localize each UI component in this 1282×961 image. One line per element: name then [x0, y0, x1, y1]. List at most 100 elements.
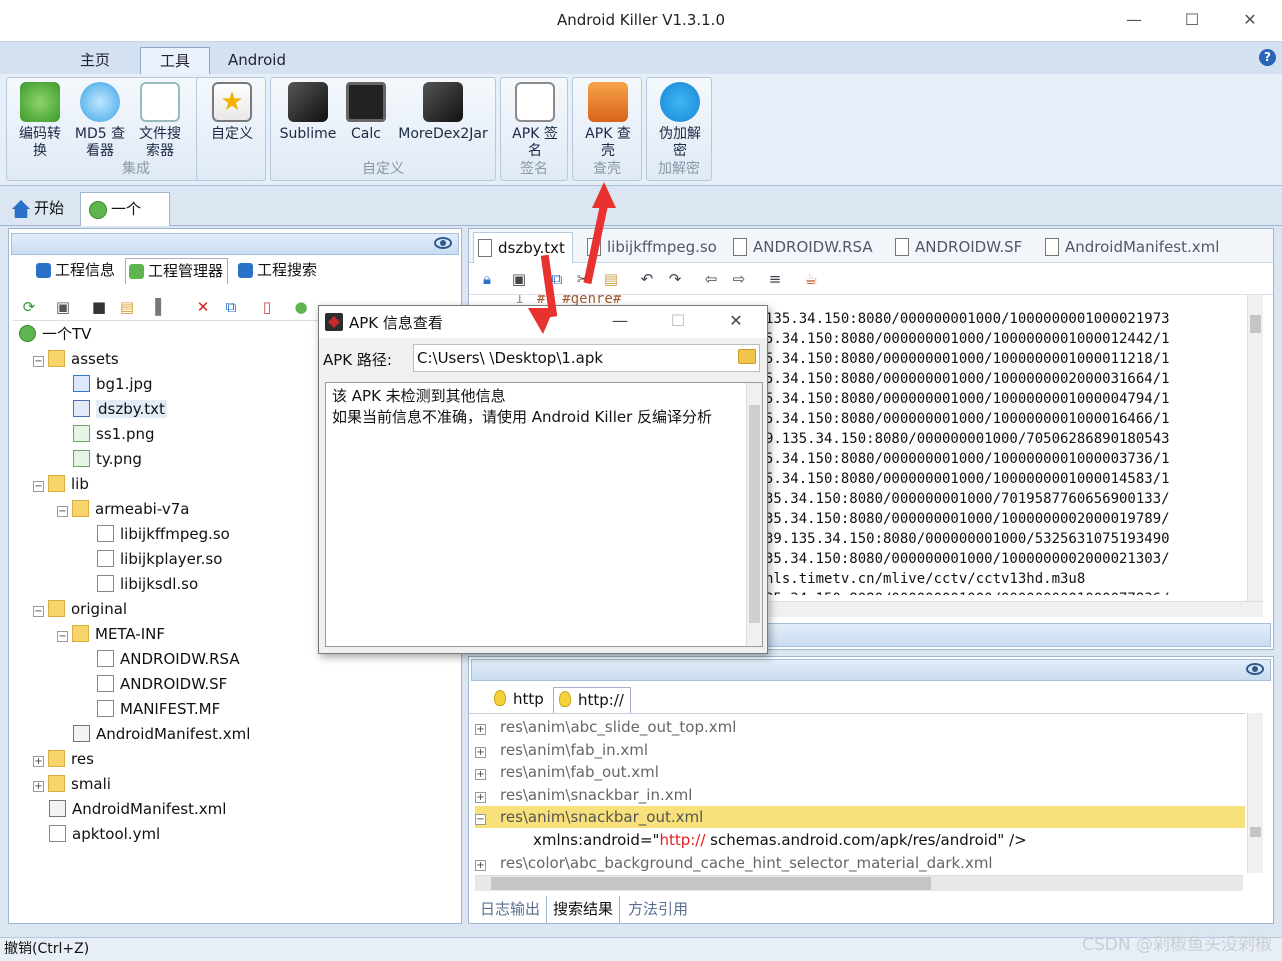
tree-node[interactable]: + res — [33, 748, 94, 770]
tree-node[interactable]: + smali — [33, 773, 111, 795]
undo-icon[interactable]: ↶ — [637, 269, 657, 289]
editor-tab-dszby[interactable]: dszby.txt — [473, 232, 573, 263]
dialog-maximize-button[interactable]: ☐ — [663, 310, 693, 334]
refresh-icon[interactable]: ⟳ — [19, 297, 39, 317]
tree-node[interactable]: − assets — [33, 348, 119, 370]
editor-vscroll[interactable] — [1247, 295, 1263, 601]
maximize-button[interactable]: ☐ — [1177, 8, 1207, 34]
apk-shell-check-button[interactable]: APK 查 壳 — [578, 82, 638, 160]
tree-expander-icon[interactable]: − — [33, 356, 44, 367]
tree-node[interactable]: ANDROIDW.RSA — [97, 648, 240, 670]
editor-tab-rsa[interactable]: ANDROIDW.RSA — [729, 232, 879, 263]
window-icon[interactable]: ■ — [89, 297, 109, 317]
pdf-icon[interactable]: ▯ — [257, 297, 277, 317]
apk-info-text[interactable]: 该 APK 未检测到其他信息 如果当前信息不准确，请使用 Android Kil… — [325, 382, 763, 647]
android-tool-icon[interactable]: ● — [291, 297, 311, 317]
tree-expander-icon[interactable]: − — [57, 631, 68, 642]
back-arrow-icon[interactable]: ⇦ — [701, 269, 721, 289]
editor-tab-libijkffmpeg[interactable]: libijkffmpeg.so — [583, 232, 723, 263]
save-icon[interactable]: ▣ — [509, 269, 529, 289]
tree-node[interactable]: AndroidManifest.xml — [49, 798, 226, 820]
format-icon[interactable]: ≡ — [765, 269, 785, 289]
tree-expander-icon[interactable]: + — [475, 769, 486, 781]
file-search-button[interactable]: 文件搜 索器 — [131, 82, 189, 160]
tree-expander-icon[interactable]: − — [57, 506, 68, 517]
editor-tab-sf[interactable]: ANDROIDW.SF — [891, 232, 1028, 263]
eye-icon[interactable] — [1246, 663, 1264, 675]
search-match-line[interactable]: xmlns:android="http:// schemas.android.c… — [533, 829, 1027, 851]
dialog-close-button[interactable]: ✕ — [721, 310, 751, 334]
tree-node[interactable]: − lib — [33, 473, 89, 495]
image-icon[interactable]: ▣ — [53, 297, 73, 317]
fake-encrypt-button[interactable]: 伪加解 密 — [650, 82, 710, 160]
eye-icon[interactable] — [434, 237, 452, 249]
tab-search-results[interactable]: 搜索结果 — [546, 896, 621, 924]
redo-icon[interactable]: ↷ — [665, 269, 685, 289]
tab-android[interactable]: Android — [214, 47, 300, 74]
results-hscroll[interactable] — [475, 875, 1243, 891]
tab-home[interactable]: 主页 — [66, 47, 124, 74]
open-folder-icon[interactable]: ▤ — [117, 297, 137, 317]
tree-expander-icon[interactable]: − — [475, 814, 486, 826]
sublime-button[interactable]: Sublime — [275, 82, 341, 143]
java-icon[interactable]: ☕︎ — [801, 269, 821, 289]
tab-log-output[interactable]: 日志输出 — [474, 896, 546, 924]
tree-expander-icon[interactable]: + — [33, 756, 44, 767]
tree-expander-icon[interactable]: + — [475, 791, 486, 803]
tree-node[interactable]: 一个TV — [19, 323, 91, 345]
tree-node[interactable]: dszby.txt — [73, 398, 167, 420]
tree-expander-icon[interactable]: − — [33, 606, 44, 617]
search-result-row[interactable]: + res\color\abc_background_cache_hint_sel… — [475, 852, 1245, 874]
encode-convert-button[interactable]: 编码转 换 — [11, 82, 69, 160]
editor-tab-manifest[interactable]: AndroidManifest.xml — [1041, 232, 1225, 263]
paste-icon[interactable]: ▤ — [601, 269, 621, 289]
tree-node[interactable]: libijksdl.so — [97, 573, 198, 595]
search-tab-http[interactable]: http — [489, 687, 550, 713]
delete-icon[interactable]: ✕ — [193, 297, 213, 317]
copy-icon[interactable]: ⧉ — [221, 297, 241, 317]
tree-node[interactable]: − original — [33, 598, 127, 620]
tree-node[interactable]: MANIFEST.MF — [97, 698, 220, 720]
tree-node[interactable]: − META-INF — [57, 623, 165, 645]
search-result-row[interactable]: + res\anim\abc_slide_out_top.xml — [475, 716, 1245, 738]
memo-vscroll[interactable] — [746, 383, 762, 646]
tab-method-refs[interactable]: 方法引用 — [622, 896, 694, 924]
scroll-thumb[interactable] — [491, 877, 931, 890]
tab-project-manager[interactable]: 工程管理器 — [125, 258, 229, 284]
tree-node[interactable]: libijkplayer.so — [97, 548, 222, 570]
results-vscroll[interactable] — [1247, 713, 1263, 873]
tree-node[interactable]: AndroidManifest.xml — [73, 723, 250, 745]
tree-expander-icon[interactable]: + — [475, 724, 486, 735]
editor-hscroll[interactable] — [769, 601, 1263, 617]
search-result-row[interactable]: + res\anim\fab_out.xml — [475, 761, 1245, 783]
tab-start[interactable]: 开始 — [4, 192, 74, 226]
tree-node[interactable]: ss1.png — [73, 423, 155, 445]
scroll-thumb[interactable] — [1250, 315, 1261, 333]
search-result-row[interactable]: − res\anim\snackbar_out.xml — [475, 806, 1245, 829]
apk-sign-button[interactable]: APK 签 名 — [505, 82, 565, 160]
scroll-thumb[interactable] — [749, 405, 760, 623]
tree-node[interactable]: ANDROIDW.SF — [97, 673, 227, 695]
tab-project-search[interactable]: 工程搜索 — [235, 258, 321, 284]
tree-node[interactable]: − armeabi-v7a — [57, 498, 189, 520]
lock-small-icon[interactable]: 🔒︎ — [477, 269, 497, 289]
tree-node[interactable]: apktool.yml — [49, 823, 160, 845]
calc-button[interactable]: Calc — [343, 82, 389, 143]
apk-path-field[interactable]: C:\Users\ \Desktop\1.apk — [413, 344, 760, 372]
custom-button[interactable]: ★ 自定义 — [203, 82, 261, 143]
forward-arrow-icon[interactable]: ⇨ — [729, 269, 749, 289]
tree-node[interactable]: ty.png — [73, 448, 142, 470]
tree-node[interactable]: bg1.jpg — [73, 373, 153, 395]
close-button[interactable]: ✕ — [1235, 8, 1265, 34]
search-tab-http-slash[interactable]: http:// — [553, 687, 631, 713]
minimize-button[interactable]: — — [1119, 8, 1149, 34]
tree-expander-icon[interactable]: − — [33, 481, 44, 492]
tree-expander-icon[interactable]: + — [475, 746, 486, 758]
browse-folder-icon[interactable] — [738, 349, 756, 364]
md5-viewer-button[interactable]: MD5 查 看器 — [71, 82, 129, 160]
search-result-row[interactable]: + res\anim\snackbar_in.xml — [475, 784, 1245, 806]
tree-expander-icon[interactable]: + — [475, 859, 486, 871]
search-result-row[interactable]: + res\anim\fab_in.xml — [475, 739, 1245, 761]
moredex2jar-button[interactable]: MoreDex2Jar — [395, 82, 491, 143]
tab-project-info[interactable]: 工程信息 — [33, 258, 119, 284]
